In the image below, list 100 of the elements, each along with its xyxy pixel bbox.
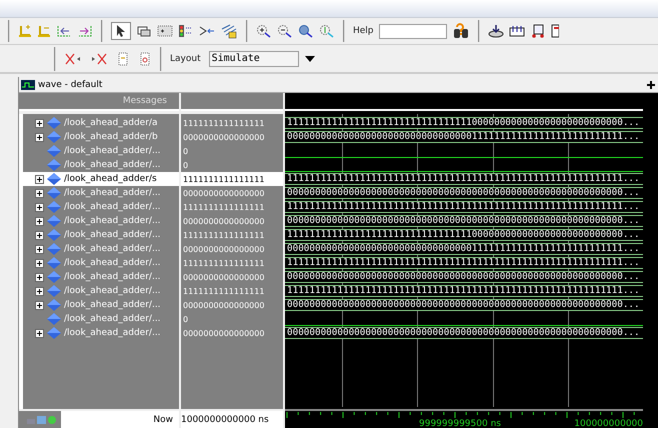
expand-icon[interactable]	[35, 244, 45, 254]
messages-header: Messages	[19, 93, 179, 111]
signal-value: 0000000000000000	[183, 272, 264, 282]
diamond-icon	[47, 271, 61, 283]
dotted-box-icon[interactable]	[157, 24, 173, 38]
bus-waveform: 000000000000000000000000000000000000000000000000000000000000...	[285, 327, 643, 339]
waveform-icon	[21, 80, 35, 90]
download-icon[interactable]	[488, 24, 504, 38]
diamond-icon	[47, 117, 61, 129]
signal-row[interactable]: /look_ahead_adder/...	[23, 312, 179, 326]
bus-waveform: 000000000000000000000000000000000000000000000000000000000000...	[285, 299, 643, 311]
bus-waveform: 111111111111111111111111111111111000000000000000000000000000...	[285, 117, 643, 129]
signal-value: 0	[183, 314, 188, 324]
signal-value: 0000000000000000	[183, 244, 264, 254]
signal-row[interactable]: /look_ahead_adder/...	[23, 326, 179, 340]
signal-row[interactable]: /look_ahead_adder/...	[23, 228, 179, 242]
zoom-region-icon[interactable]	[136, 24, 152, 38]
bus-waveform: 111111111111111111111111111111111111111111111111111111111111...	[285, 257, 643, 269]
signal-value: 1111111111111111	[183, 202, 264, 212]
now-time: 1000000000000 ns	[181, 411, 283, 428]
bus-waveform: 111111111111111111111111111111111111111111111111111111111111...	[285, 285, 643, 297]
diamond-icon	[47, 327, 61, 339]
diamond-icon	[47, 215, 61, 227]
signal-row[interactable]: /look_ahead_adder/...	[23, 242, 179, 256]
status-icons	[27, 415, 57, 425]
signal-value: 0	[183, 146, 188, 156]
help-search-field[interactable]	[378, 24, 447, 38]
signal-value: 1111111111111111	[183, 258, 264, 268]
diamond-icon	[47, 145, 61, 157]
signal-value: 1111111111111111	[183, 174, 264, 184]
signal-row[interactable]: /look_ahead_adder/...	[23, 200, 179, 214]
bus-waveform: 111111111111111111111111111111111000000000000000000000000000...	[285, 229, 643, 241]
now-label: Now	[153, 415, 174, 425]
bus-waveform: 000000000000000000000000000000000000000000000000000000000000...	[285, 187, 643, 199]
memory-icon[interactable]	[508, 24, 525, 38]
plus-icon[interactable]	[646, 80, 656, 90]
diamond-icon	[47, 131, 61, 143]
expand-icon[interactable]	[35, 286, 45, 296]
signal-value: 0000000000000000	[183, 300, 264, 310]
layout-label: Layout	[170, 54, 201, 64]
window-title: wave - default	[38, 80, 102, 90]
zoom-full-icon[interactable]	[298, 24, 314, 38]
diamond-icon	[47, 299, 61, 311]
zoom-in-icon[interactable]	[256, 24, 272, 38]
diamond-icon	[47, 257, 61, 269]
bus-waveform: 111111111111111111111111111111111111111111111111111111111111...	[285, 173, 643, 185]
diamond-icon	[47, 201, 61, 213]
signal-row[interactable]: /look_ahead_adder/...	[23, 284, 179, 298]
expand-icon[interactable]	[35, 202, 45, 212]
zoom-out-icon[interactable]	[277, 24, 293, 38]
diamond-icon	[47, 243, 61, 255]
arrow-right-icon[interactable]	[77, 24, 93, 38]
signal-value: 0000000000000000	[183, 328, 264, 338]
signal-row[interactable]: /look_ahead_adder/...	[23, 298, 179, 312]
signal-value: 0	[183, 160, 188, 170]
diamond-icon	[47, 285, 61, 297]
expand-icon[interactable]	[35, 132, 45, 142]
delete-right-icon[interactable]	[90, 52, 108, 66]
signal-row[interactable]: /look_ahead_adder/a	[23, 116, 179, 130]
signal-value: 0000000000000000	[183, 188, 264, 198]
expand-icon[interactable]	[35, 258, 45, 268]
bus-waveform: 000000000000000000000000000000000000000000000000000000000000...	[285, 271, 643, 283]
expand-icon[interactable]	[35, 272, 45, 282]
signal-row[interactable]: /look_ahead_adder/b	[23, 130, 179, 144]
delete-left-icon[interactable]	[64, 52, 82, 66]
document-icon[interactable]	[550, 24, 559, 38]
diamond-icon	[47, 313, 61, 325]
bus-waveform: 000000000000000000000000000000000111111111111111111111111111...	[285, 243, 643, 255]
signal-row[interactable]: /look_ahead_adder/...	[23, 186, 179, 200]
binoculars-icon[interactable]	[452, 23, 470, 39]
bus-waveform: 111111111111111111111111111111111111111111111111111111111111...	[285, 201, 643, 213]
cart-icon[interactable]	[530, 24, 546, 38]
expand-icon[interactable]	[35, 216, 45, 226]
expand-icon[interactable]	[35, 174, 45, 184]
expand-icon[interactable]	[35, 230, 45, 240]
merge-arrow-icon[interactable]	[199, 24, 215, 38]
signal-row[interactable]: /look_ahead_adder/s	[23, 172, 179, 186]
diamond-icon	[47, 187, 61, 199]
signal-value: 0000000000000000	[183, 216, 264, 226]
expand-icon[interactable]	[35, 328, 45, 338]
signal-value: 1111111111111111	[183, 286, 264, 296]
diamond-icon	[47, 229, 61, 241]
signal-value: 0000000000000000	[183, 132, 264, 142]
arrow-left-icon[interactable]	[56, 24, 72, 38]
zoom-cursor-icon[interactable]	[319, 24, 335, 38]
signal-row[interactable]: /look_ahead_adder/...	[23, 270, 179, 284]
diamond-icon	[47, 159, 61, 171]
traffic-light-icon[interactable]	[178, 24, 194, 38]
expand-icon[interactable]	[35, 118, 45, 128]
help-label: Help	[353, 26, 374, 36]
signal-value: 1111111111111111	[183, 230, 264, 240]
signal-row[interactable]: /look_ahead_adder/...	[23, 214, 179, 228]
time-label: 999999999500 ns	[419, 419, 501, 428]
signal-row[interactable]: /look_ahead_adder/...	[23, 158, 179, 172]
signal-row[interactable]: /look_ahead_adder/...	[23, 256, 179, 270]
diamond-icon	[47, 173, 61, 185]
expand-icon[interactable]	[35, 188, 45, 198]
signal-row[interactable]: /look_ahead_adder/...	[23, 144, 179, 158]
pointer-icon[interactable]	[111, 22, 131, 40]
expand-icon[interactable]	[35, 300, 45, 310]
